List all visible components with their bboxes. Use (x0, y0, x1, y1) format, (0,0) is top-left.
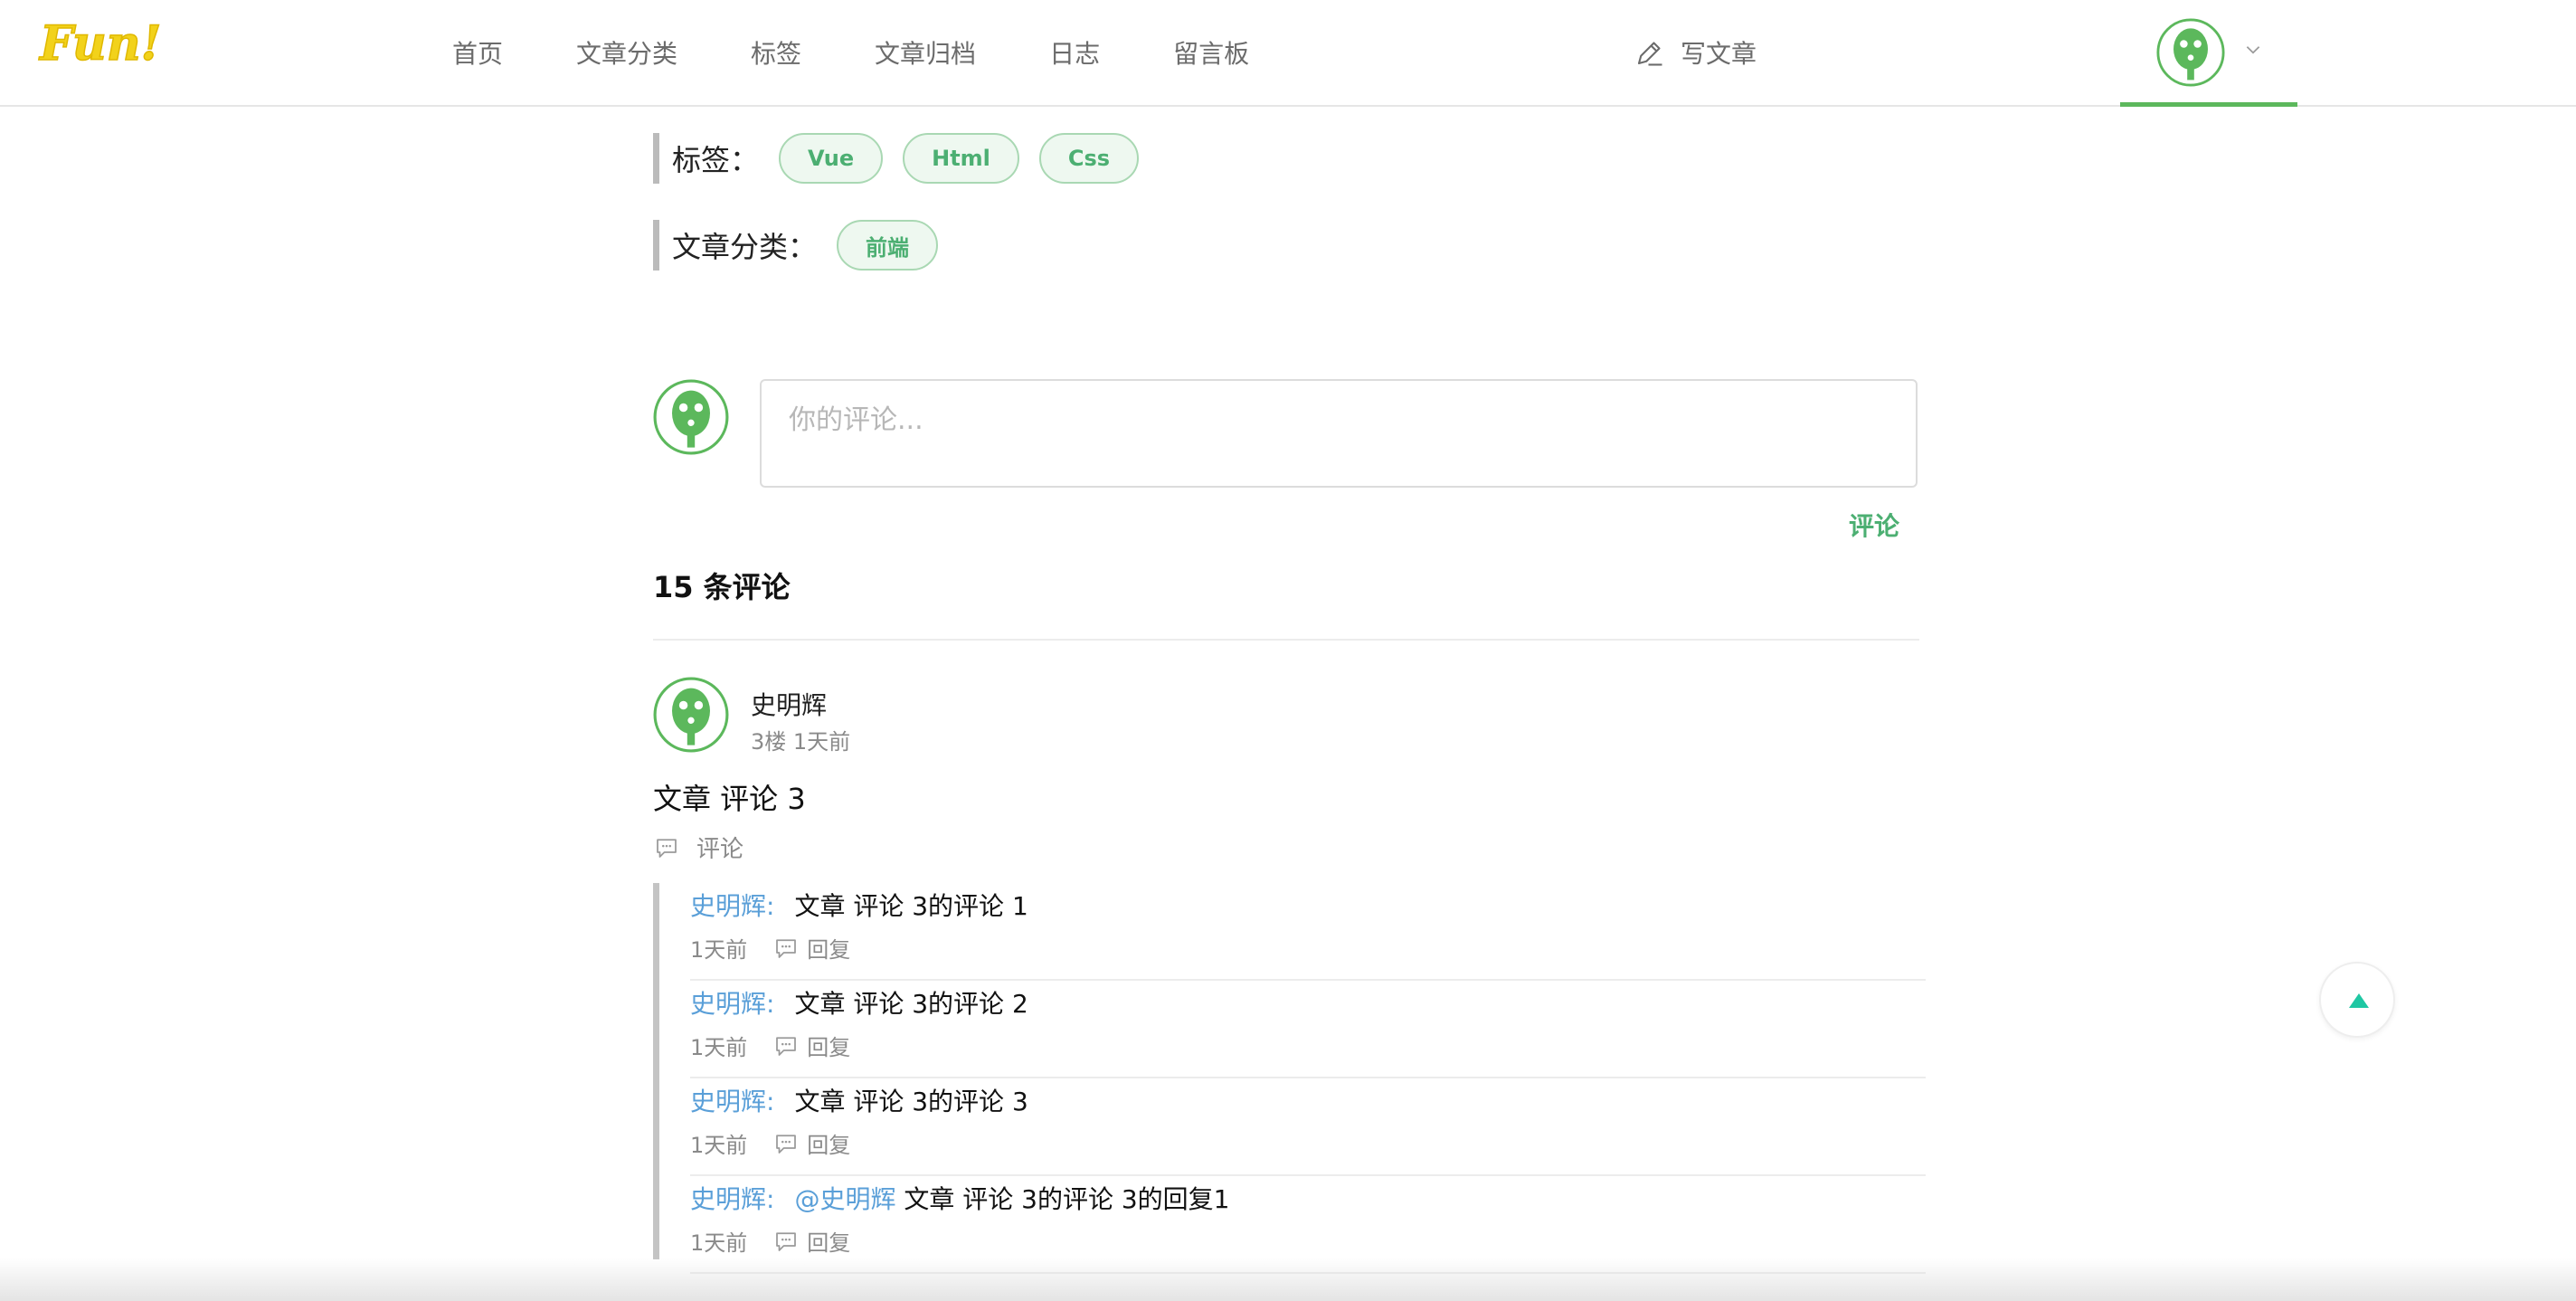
reply-author[interactable]: 史明辉: (690, 1184, 774, 1214)
logo-text: Fun! (38, 16, 161, 71)
nav-home[interactable]: 首页 (452, 34, 503, 71)
reply-button[interactable]: 回复 (772, 1127, 850, 1159)
nav-archive[interactable]: 文章归档 (875, 34, 976, 71)
reply-button[interactable]: 回复 (772, 1030, 850, 1061)
reply-time: 1天前 (690, 937, 748, 963)
logo-graphic: Fun! (37, 15, 162, 72)
reply-text: 文章 评论 3的评论 3的回复1 (895, 1184, 1230, 1214)
triangle-up-icon (2349, 993, 2369, 1008)
write-article-label: 写文章 (1681, 39, 1757, 69)
category-label: 文章分类： (672, 230, 818, 264)
avatar (653, 379, 729, 455)
speech-bubble-icon (776, 938, 797, 958)
reply-button-label: 回复 (807, 1133, 851, 1158)
speech-bubble-icon (776, 1134, 797, 1154)
reply-text: 文章 评论 3的评论 1 (794, 891, 1028, 921)
tag-chip-css[interactable]: Css (1038, 133, 1140, 184)
chevron-down-icon (2246, 46, 2260, 54)
reply-button-label: 回复 (807, 1035, 851, 1060)
tag-chip-html[interactable]: Html (903, 133, 1019, 184)
site-logo[interactable]: Fun! (36, 13, 172, 76)
speech-bubble-icon (776, 1036, 797, 1056)
tags-row: 标签： Vue Html Css (653, 133, 1159, 184)
comment-count-title: 15 条评论 (653, 570, 791, 604)
speech-bubble-icon (776, 1231, 797, 1251)
reply-list: 史明辉: 文章 评论 3的评论 1 1天前 回复 史明辉: 文章 评论 3的评论 2… (653, 883, 1926, 1274)
speech-bubble-icon (657, 838, 677, 858)
tag-chip-vue[interactable]: Vue (779, 133, 884, 184)
reply-author[interactable]: 史明辉: (690, 989, 774, 1019)
reply-button[interactable]: 回复 (772, 1225, 850, 1257)
reply-author[interactable]: 史明辉: (690, 1087, 774, 1116)
nav-log[interactable]: 日志 (1049, 34, 1100, 71)
reply-time: 1天前 (690, 1230, 748, 1256)
user-menu[interactable] (2120, 0, 2297, 107)
reply-item: 史明辉: 文章 评论 3的评论 1 1天前 回复 (690, 883, 1926, 981)
pencil-icon (1637, 42, 1662, 66)
main-nav: 首页 文章分类 标签 文章归档 日志 留言板 (452, 0, 1322, 105)
reply-button-label: 回复 (807, 937, 851, 963)
reply-button[interactable]: 回复 (772, 932, 850, 964)
divider (653, 639, 1919, 641)
comment-floor-time: 3楼 1天前 (751, 729, 851, 755)
avatar (2156, 18, 2225, 87)
back-to-top-button[interactable] (2319, 962, 2395, 1038)
reply-text: 文章 评论 3的评论 3 (794, 1087, 1028, 1116)
reply-time: 1天前 (690, 1133, 748, 1158)
reply-item: 史明辉: 文章 评论 3的评论 2 1天前 回复 (690, 981, 1926, 1078)
bottom-shadow (0, 1258, 2576, 1301)
reply-mention[interactable]: @史明辉 (794, 1184, 895, 1214)
category-row: 文章分类： 前端 (653, 220, 958, 271)
category-chip-frontend[interactable]: 前端 (837, 220, 939, 271)
reply-text: 文章 评论 3的评论 2 (794, 989, 1028, 1019)
comment-reply-button[interactable]: 评论 (653, 831, 743, 864)
tags-label: 标签： (672, 143, 760, 177)
avatar[interactable] (653, 677, 729, 753)
nav-categories[interactable]: 文章分类 (576, 34, 677, 71)
comment-text: 文章 评论 3 (653, 782, 806, 816)
comment-input[interactable] (760, 379, 1918, 488)
reply-item: 史明辉: 文章 评论 3的评论 3 1天前 回复 (690, 1078, 1926, 1176)
reply-button-label: 回复 (807, 1230, 851, 1256)
comment-reply-label: 评论 (696, 836, 744, 863)
reply-time: 1天前 (690, 1035, 748, 1060)
nav-message-board[interactable]: 留言板 (1173, 34, 1249, 71)
submit-comment-button[interactable]: 评论 (1849, 507, 1899, 543)
write-article-button[interactable]: 写文章 (1634, 0, 1757, 105)
nav-tags[interactable]: 标签 (751, 34, 801, 71)
comment-author[interactable]: 史明辉 (751, 686, 827, 722)
reply-author[interactable]: 史明辉: (690, 891, 774, 921)
top-header: Fun! 首页 文章分类 标签 文章归档 日志 留言板 写文章 (0, 0, 2576, 107)
